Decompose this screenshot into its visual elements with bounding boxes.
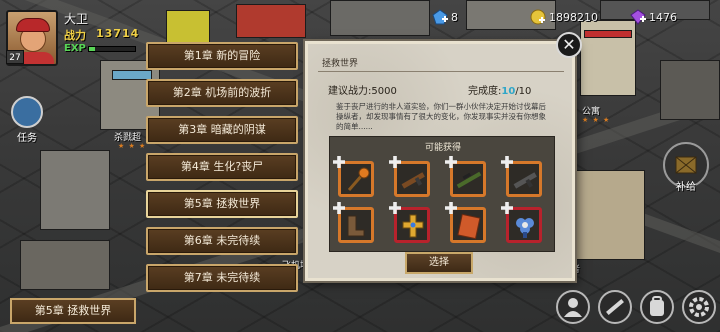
- gear-icon: [689, 297, 709, 317]
- current-chapter-button[interactable]: 第5章 拯救世界: [10, 298, 136, 324]
- building: [236, 4, 306, 38]
- gems-value: 1476: [649, 10, 677, 24]
- map-rating-stars: ★ ★ ★: [118, 142, 147, 150]
- reward-item-boots[interactable]: [333, 202, 374, 243]
- completion-progress: 完成度:10/10: [468, 82, 531, 97]
- reward-item-flower-badge[interactable]: [501, 202, 542, 243]
- player-name: 大卫: [64, 12, 89, 26]
- character-icon: [564, 298, 582, 317]
- exp-bar: [88, 46, 136, 52]
- cross-amulet-icon: [402, 214, 424, 238]
- assault-rifle-icon: [513, 172, 537, 189]
- completion-total: /10: [515, 86, 532, 97]
- energy-value: 8: [451, 10, 458, 24]
- chapter-3-button[interactable]: 第3章 暗藏的阴谋: [146, 116, 298, 144]
- completion-current: 10: [501, 86, 516, 97]
- exp-bar-fill: [89, 47, 95, 51]
- task-label: 任务: [17, 133, 37, 144]
- flower-badge-icon: [516, 218, 534, 238]
- reward-item-book[interactable]: [445, 202, 486, 243]
- character-button[interactable]: [556, 290, 590, 324]
- chapter-6-button[interactable]: 第6章 未完待续: [146, 227, 298, 255]
- reward-item-staff[interactable]: [333, 156, 374, 197]
- power-label: 战力: [64, 29, 86, 42]
- building: [575, 170, 645, 260]
- boots-icon: [347, 215, 365, 237]
- map-rating-stars: ★ ★ ★: [582, 116, 611, 124]
- chapter-2-button[interactable]: 第2章 机场前的波折: [146, 79, 298, 107]
- chapter-detail-panel: 拯救世界 建议战力:5000 完成度:10/10 鉴于丧尸进行的非人道实验，你们…: [305, 41, 575, 281]
- energy-icon: [432, 9, 448, 25]
- reward-item-rifle[interactable]: [389, 156, 430, 197]
- building: [660, 60, 720, 120]
- building: [20, 240, 110, 290]
- coins-value: 1898210: [549, 10, 598, 24]
- close-icon: ✕: [562, 35, 576, 54]
- task-icon: [11, 96, 43, 128]
- supply-button[interactable]: 补给: [660, 142, 712, 198]
- building: [584, 30, 632, 38]
- player-level-badge: 27: [6, 50, 24, 64]
- building: [330, 0, 430, 36]
- reward-item-cross-amulet[interactable]: [389, 202, 430, 243]
- building: [40, 150, 110, 230]
- energy-counter[interactable]: 8: [432, 8, 458, 26]
- reward-item-assault-rifle[interactable]: [501, 156, 542, 197]
- weapons-button[interactable]: [598, 290, 632, 324]
- completion-label: 完成度:: [468, 86, 502, 97]
- backpack-button[interactable]: [640, 290, 674, 324]
- chapter-5-button[interactable]: 第5章 拯救世界: [146, 190, 298, 218]
- rewards-box: 可能获得: [329, 136, 555, 252]
- chapter-1-button[interactable]: 第1章 新的冒险: [146, 42, 298, 70]
- gem-icon: [630, 9, 646, 25]
- backpack-icon: [650, 296, 664, 316]
- sniper-rifle-icon: [456, 171, 482, 189]
- power-value: 13714: [96, 27, 140, 40]
- panel-divider: [318, 71, 564, 72]
- chapter-4-button[interactable]: 第4章 生化?丧尸: [146, 153, 298, 181]
- chapter-7-button[interactable]: 第7章 未完待续: [146, 264, 298, 292]
- rewards-title: 可能获得: [424, 143, 461, 153]
- task-button[interactable]: 任务: [4, 96, 50, 144]
- close-button[interactable]: ✕: [556, 32, 582, 58]
- gems-counter[interactable]: 1476: [630, 8, 677, 26]
- panel-title: 拯救世界: [322, 59, 359, 69]
- reward-item-sniper-rifle[interactable]: [445, 156, 486, 197]
- coins-counter[interactable]: 1898210: [530, 8, 598, 26]
- recommended-power: 建议战力:5000: [328, 86, 397, 97]
- chapter-description: 鉴于丧尸进行的非人道实验，你们一群小伙伴决定开始讨伐幕后操纵者，却发现事情有了很…: [336, 102, 546, 131]
- gun-icon: [606, 299, 624, 315]
- staff-icon: [347, 167, 370, 191]
- rifle-icon: [401, 172, 425, 189]
- coin-icon: [530, 9, 546, 25]
- book-icon: [457, 213, 481, 240]
- select-chapter-button[interactable]: 选择: [405, 252, 473, 274]
- settings-button[interactable]: [682, 290, 716, 324]
- exp-label: EXP: [64, 43, 86, 54]
